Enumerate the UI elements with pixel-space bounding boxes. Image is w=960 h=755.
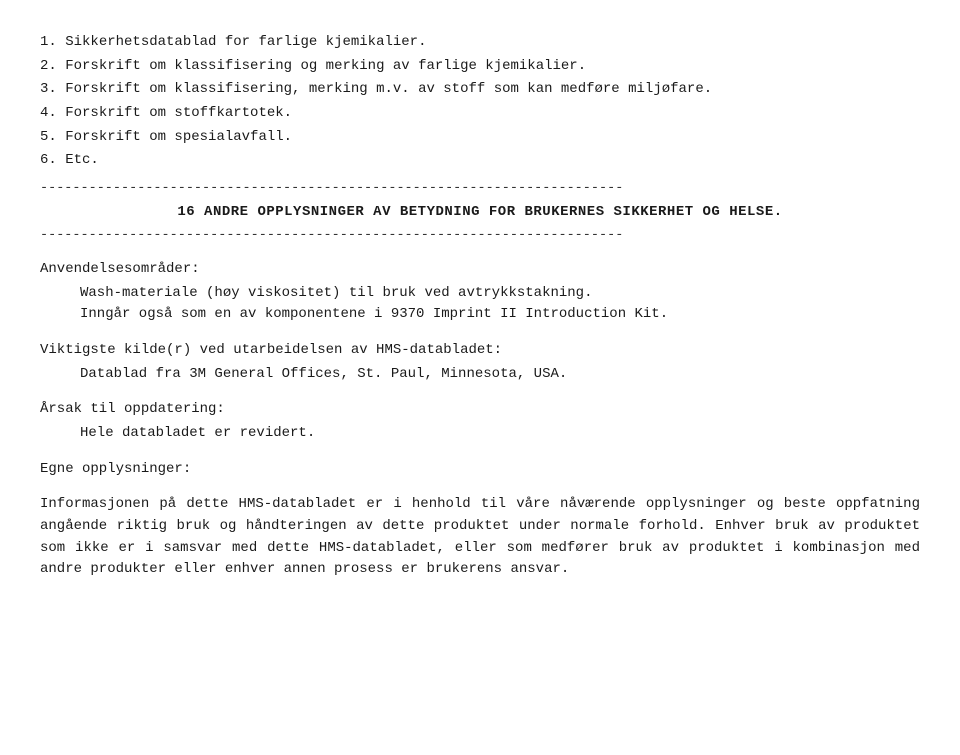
document-content: 1. Sikkerhetsdatablad for farlige kjemik… (40, 32, 920, 581)
item-1-number: 1. (40, 34, 57, 50)
source-section: Viktigste kilde(r) ved utarbeidelsen av … (40, 340, 920, 385)
own-info-section: Egne opplysninger: (40, 459, 920, 481)
source-details: Datablad fra 3M General Offices, St. Pau… (80, 364, 920, 386)
application-details: Wash-materiale (høy viskositet) til bruk… (80, 283, 920, 326)
source-text: Datablad fra 3M General Offices, St. Pau… (80, 364, 920, 386)
list-item-6: 6. Etc. (40, 150, 920, 172)
update-section: Årsak til oppdatering: Hele databladet e… (40, 399, 920, 444)
item-4-number: 4. (40, 105, 57, 121)
section-title: 16 ANDRE OPPLYSNINGER AV BETYDNING FOR B… (40, 202, 920, 224)
list-item-2: 2. Forskrift om klassifisering og merkin… (40, 56, 920, 78)
item-6-number: 6. (40, 152, 57, 168)
own-info-label: Egne opplysninger: (40, 459, 920, 481)
list-item-4: 4. Forskrift om stoffkartotek. (40, 103, 920, 125)
item-3-number: 3. (40, 81, 57, 97)
dash-line-bottom: ----------------------------------------… (40, 227, 920, 245)
list-item-1: 1. Sikkerhetsdatablad for farlige kjemik… (40, 32, 920, 54)
item-2-number: 2. (40, 58, 57, 74)
item-6-text: Etc. (65, 152, 99, 168)
update-label: Årsak til oppdatering: (40, 399, 920, 421)
disclaimer-paragraph: Informasjonen på dette HMS-databladet er… (40, 494, 920, 581)
numbered-list: 1. Sikkerhetsdatablad for farlige kjemik… (40, 32, 920, 172)
update-text: Hele databladet er revidert. (80, 423, 920, 445)
item-2-text: Forskrift om klassifisering og merking a… (65, 58, 586, 74)
application-text1: Wash-materiale (høy viskositet) til bruk… (80, 283, 920, 305)
application-section: Anvendelsesområder: Wash-materiale (høy … (40, 259, 920, 326)
list-item-5: 5. Forskrift om spesialavfall. (40, 127, 920, 149)
item-5-text: Forskrift om spesialavfall. (65, 129, 292, 145)
item-5-number: 5. (40, 129, 57, 145)
update-details: Hele databladet er revidert. (80, 423, 920, 445)
application-label: Anvendelsesområder: (40, 259, 920, 281)
source-label: Viktigste kilde(r) ved utarbeidelsen av … (40, 340, 920, 362)
application-text2: Inngår også som en av komponentene i 937… (80, 304, 920, 326)
item-4-text: Forskrift om stoffkartotek. (65, 105, 292, 121)
dash-line-top: ----------------------------------------… (40, 180, 920, 198)
item-1-text: Sikkerhetsdatablad for farlige kjemikali… (65, 34, 426, 50)
item-3-text: Forskrift om klassifisering, merking m.v… (65, 81, 712, 97)
list-item-3: 3. Forskrift om klassifisering, merking … (40, 79, 920, 101)
